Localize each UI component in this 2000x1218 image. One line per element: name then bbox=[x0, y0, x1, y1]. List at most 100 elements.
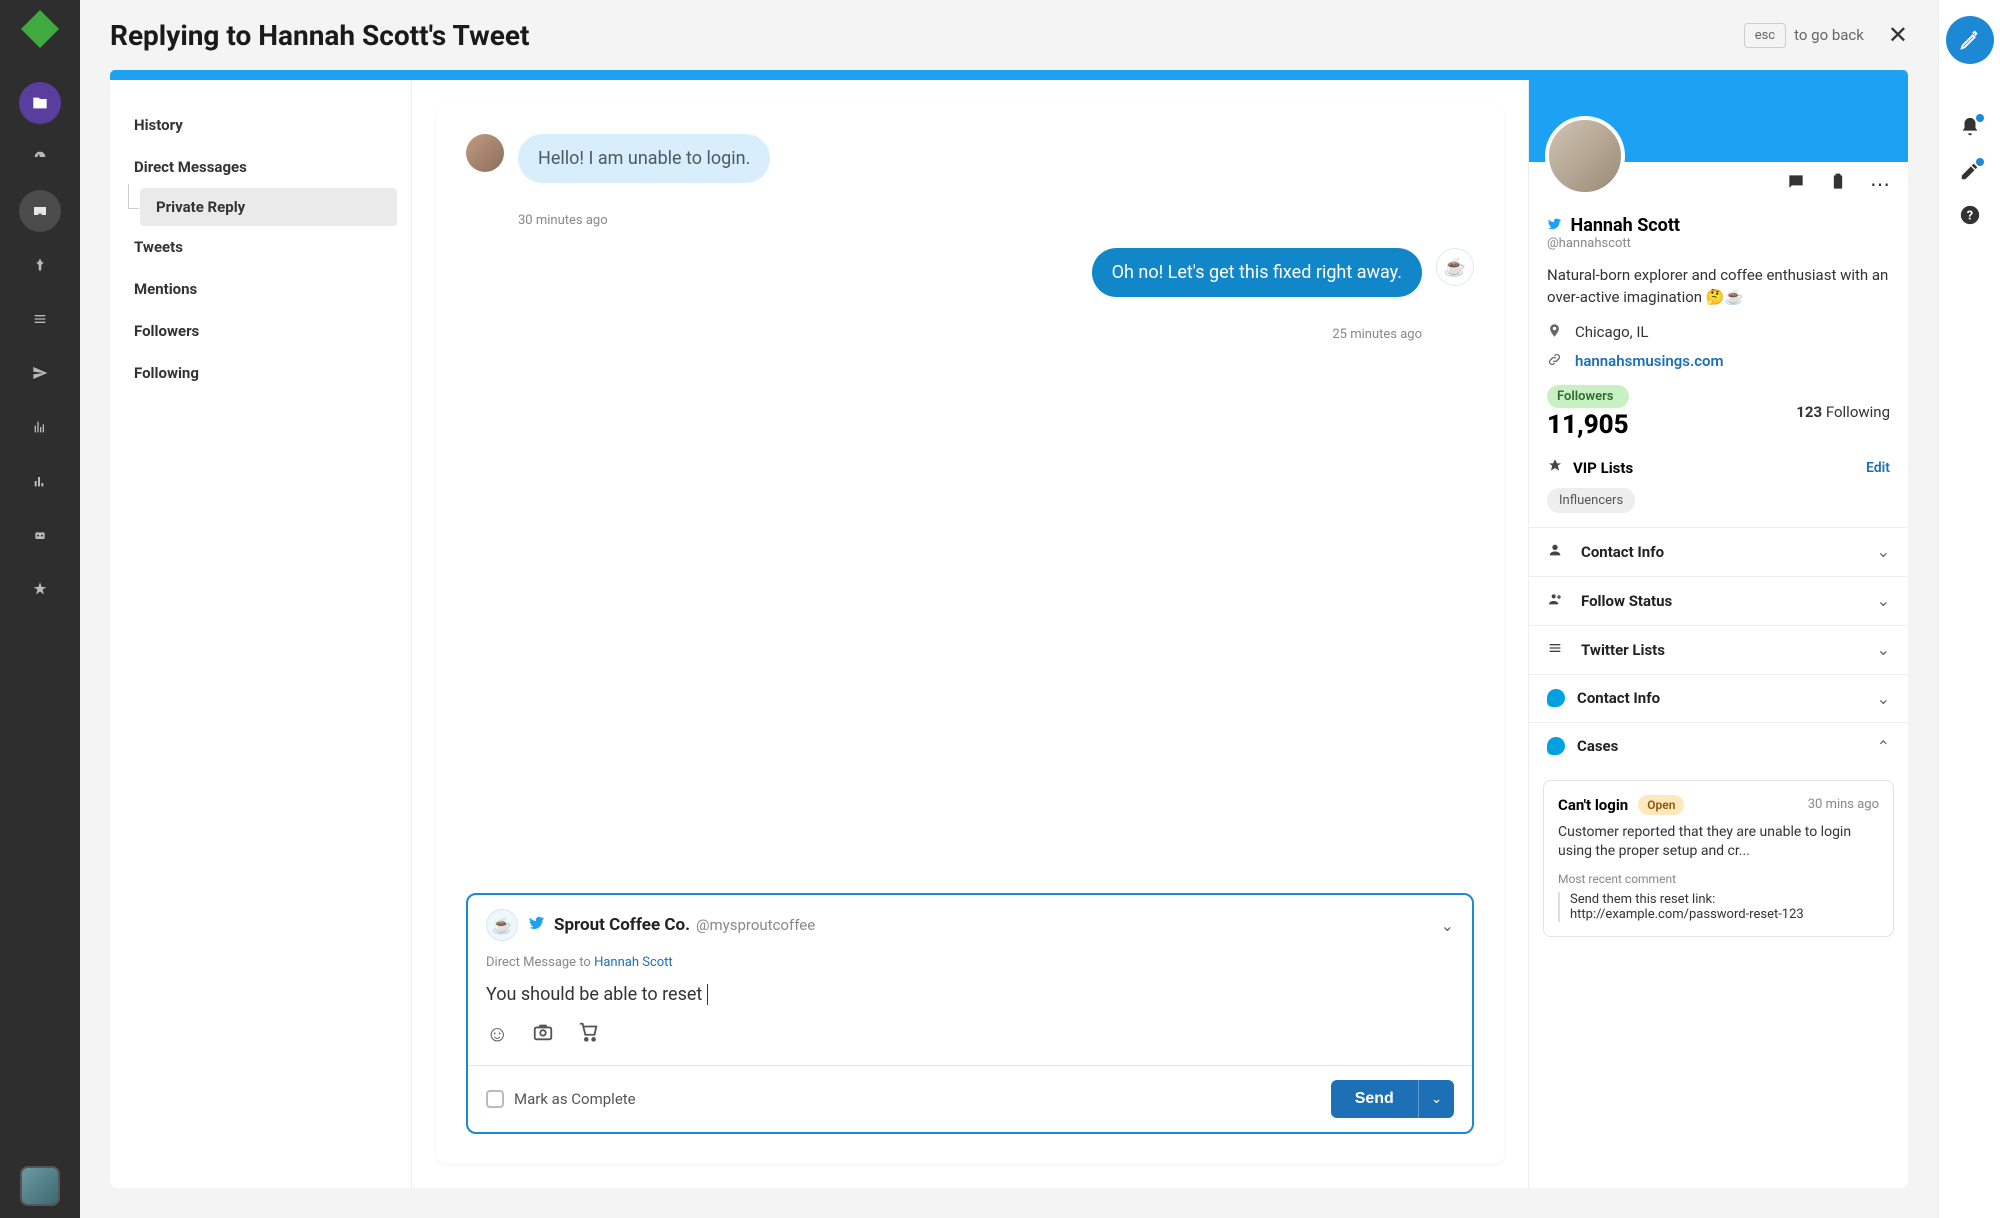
nav-pulse-icon[interactable] bbox=[19, 406, 61, 448]
location-icon bbox=[1547, 323, 1565, 342]
nav-gauge-icon[interactable] bbox=[19, 136, 61, 178]
case-time: 30 mins ago bbox=[1808, 797, 1879, 812]
recipient-link[interactable]: Hannah Scott bbox=[594, 955, 673, 970]
send-options-button[interactable]: ⌄ bbox=[1418, 1080, 1454, 1118]
salesforce-icon bbox=[1547, 737, 1565, 755]
case-description: Customer reported that they are unable t… bbox=[1558, 823, 1879, 862]
compose-textarea[interactable]: You should be able to reset bbox=[468, 970, 1472, 1013]
case-comment: Send them this reset link: http://exampl… bbox=[1558, 892, 1879, 922]
message-timestamp: 30 minutes ago bbox=[518, 213, 1474, 228]
message-bubble: Hello! I am unable to login. bbox=[518, 134, 770, 183]
chevron-down-icon: ⌄ bbox=[1877, 689, 1890, 708]
profile-location: Chicago, IL bbox=[1575, 323, 1649, 341]
message-timestamp: 25 minutes ago bbox=[466, 327, 1422, 342]
chevron-down-icon: ⌄ bbox=[1877, 591, 1890, 610]
mark-complete-label[interactable]: Mark as Complete bbox=[514, 1090, 636, 1108]
compose-account-name: Sprout Coffee Co. bbox=[554, 915, 690, 935]
account-switcher-chevron-icon[interactable]: ⌄ bbox=[1441, 916, 1454, 935]
accordion-cases[interactable]: Cases ⌃ bbox=[1529, 722, 1908, 770]
message-icon[interactable] bbox=[1786, 172, 1806, 197]
salesforce-icon bbox=[1547, 689, 1565, 707]
conversation-nav: History Direct Messages Private Reply Tw… bbox=[110, 80, 412, 1188]
link-icon bbox=[1547, 352, 1565, 371]
nav-list-icon[interactable] bbox=[19, 298, 61, 340]
nav-pin-icon[interactable] bbox=[19, 244, 61, 286]
app-left-rail bbox=[0, 0, 80, 1218]
nav-private-reply[interactable]: Private Reply bbox=[140, 188, 397, 226]
camera-icon[interactable] bbox=[532, 1021, 554, 1049]
profile-avatar[interactable] bbox=[1545, 116, 1625, 196]
following-stat: 123 Following bbox=[1796, 403, 1890, 421]
vip-tag[interactable]: Influencers bbox=[1547, 488, 1635, 513]
nav-chart-icon[interactable] bbox=[19, 460, 61, 502]
nav-inbox-icon[interactable] bbox=[19, 82, 61, 124]
accordion-sf-contact-info[interactable]: Contact Info ⌄ bbox=[1529, 674, 1908, 722]
compose-brand-avatar: ☕ bbox=[486, 909, 518, 941]
compose-recipient: Direct Message to Hannah Scott bbox=[468, 955, 1472, 970]
svg-text:?: ? bbox=[1966, 209, 1972, 224]
chevron-down-icon: ⌄ bbox=[1877, 542, 1890, 561]
send-button[interactable]: Send bbox=[1331, 1080, 1418, 1118]
app-right-rail: ? bbox=[1938, 0, 2000, 1218]
twitter-icon bbox=[1547, 219, 1564, 235]
cart-icon[interactable] bbox=[578, 1021, 600, 1049]
esc-key-hint: esc bbox=[1744, 23, 1786, 48]
person-icon bbox=[1547, 542, 1569, 562]
accordion-twitter-lists[interactable]: Twitter Lists ⌄ bbox=[1529, 625, 1908, 674]
profile-handle: @hannahscott bbox=[1547, 236, 1890, 251]
message-outgoing: Oh no! Let's get this fixed right away. … bbox=[466, 248, 1474, 297]
accent-bar bbox=[110, 70, 1908, 80]
page-header: Replying to Hannah Scott's Tweet esc to … bbox=[80, 0, 1938, 70]
nav-star-icon[interactable] bbox=[19, 568, 61, 610]
vip-icon bbox=[1547, 458, 1563, 478]
case-title: Can't login bbox=[1558, 796, 1628, 814]
nav-send-icon[interactable] bbox=[19, 352, 61, 394]
nav-bot-icon[interactable] bbox=[19, 514, 61, 556]
page-title: Replying to Hannah Scott's Tweet bbox=[110, 19, 1744, 52]
help-icon[interactable]: ? bbox=[1959, 204, 1981, 232]
more-icon[interactable]: ⋯ bbox=[1870, 172, 1890, 197]
nav-followers[interactable]: Followers bbox=[124, 310, 397, 352]
message-bubble: Oh no! Let's get this fixed right away. bbox=[1092, 248, 1422, 297]
follow-icon bbox=[1547, 591, 1569, 611]
chevron-down-icon: ⌄ bbox=[1877, 640, 1890, 659]
brand-avatar[interactable]: ☕ bbox=[1436, 248, 1474, 286]
list-icon bbox=[1547, 640, 1569, 660]
profile-bio: Natural-born explorer and coffee enthusi… bbox=[1547, 265, 1890, 309]
message-incoming: Hello! I am unable to login. bbox=[466, 134, 1474, 183]
contact-avatar[interactable] bbox=[466, 134, 504, 172]
accordion-contact-info[interactable]: Contact Info ⌄ bbox=[1529, 527, 1908, 576]
vip-edit-link[interactable]: Edit bbox=[1866, 460, 1890, 476]
pen-icon[interactable] bbox=[1959, 160, 1981, 188]
case-status-badge: Open bbox=[1638, 795, 1684, 815]
nav-history[interactable]: History bbox=[124, 104, 397, 146]
logo-icon[interactable] bbox=[21, 10, 59, 48]
close-icon[interactable]: ✕ bbox=[1888, 21, 1908, 49]
followers-count: 11,905 bbox=[1547, 410, 1629, 440]
chat-area: Hello! I am unable to login. 30 minutes … bbox=[436, 104, 1504, 1164]
user-avatar[interactable] bbox=[20, 1166, 60, 1206]
profile-website[interactable]: hannahsmusings.com bbox=[1575, 352, 1724, 370]
mark-complete-checkbox[interactable] bbox=[486, 1090, 504, 1108]
profile-panel: ⋯ Hannah Scott @hannahscott Natural-born… bbox=[1528, 80, 1908, 1188]
nav-direct-messages[interactable]: Direct Messages bbox=[124, 146, 397, 188]
nav-following[interactable]: Following bbox=[124, 352, 397, 394]
bell-icon[interactable] bbox=[1959, 116, 1981, 144]
profile-banner bbox=[1529, 80, 1908, 162]
go-back-text: to go back bbox=[1794, 26, 1864, 44]
compose-box: ☕ Sprout Coffee Co. @mysproutcoffee ⌄ Di… bbox=[466, 893, 1474, 1134]
nav-tray-icon[interactable] bbox=[19, 190, 61, 232]
compose-account-handle: @mysproutcoffee bbox=[696, 916, 815, 934]
accordion-follow-status[interactable]: Follow Status ⌄ bbox=[1529, 576, 1908, 625]
emoji-icon[interactable]: ☺ bbox=[486, 1021, 508, 1049]
profile-name: Hannah Scott bbox=[1570, 215, 1680, 236]
case-card[interactable]: Can't login Open 30 mins ago Customer re… bbox=[1543, 780, 1894, 937]
nav-mentions[interactable]: Mentions bbox=[124, 268, 397, 310]
twitter-icon bbox=[528, 915, 544, 935]
clipboard-icon[interactable] bbox=[1828, 172, 1848, 197]
chevron-up-icon: ⌃ bbox=[1877, 737, 1890, 756]
compose-fab[interactable] bbox=[1946, 16, 1994, 64]
nav-tweets[interactable]: Tweets bbox=[124, 226, 397, 268]
followers-label: Followers bbox=[1547, 385, 1629, 408]
vip-lists-title: VIP Lists bbox=[1573, 459, 1633, 477]
